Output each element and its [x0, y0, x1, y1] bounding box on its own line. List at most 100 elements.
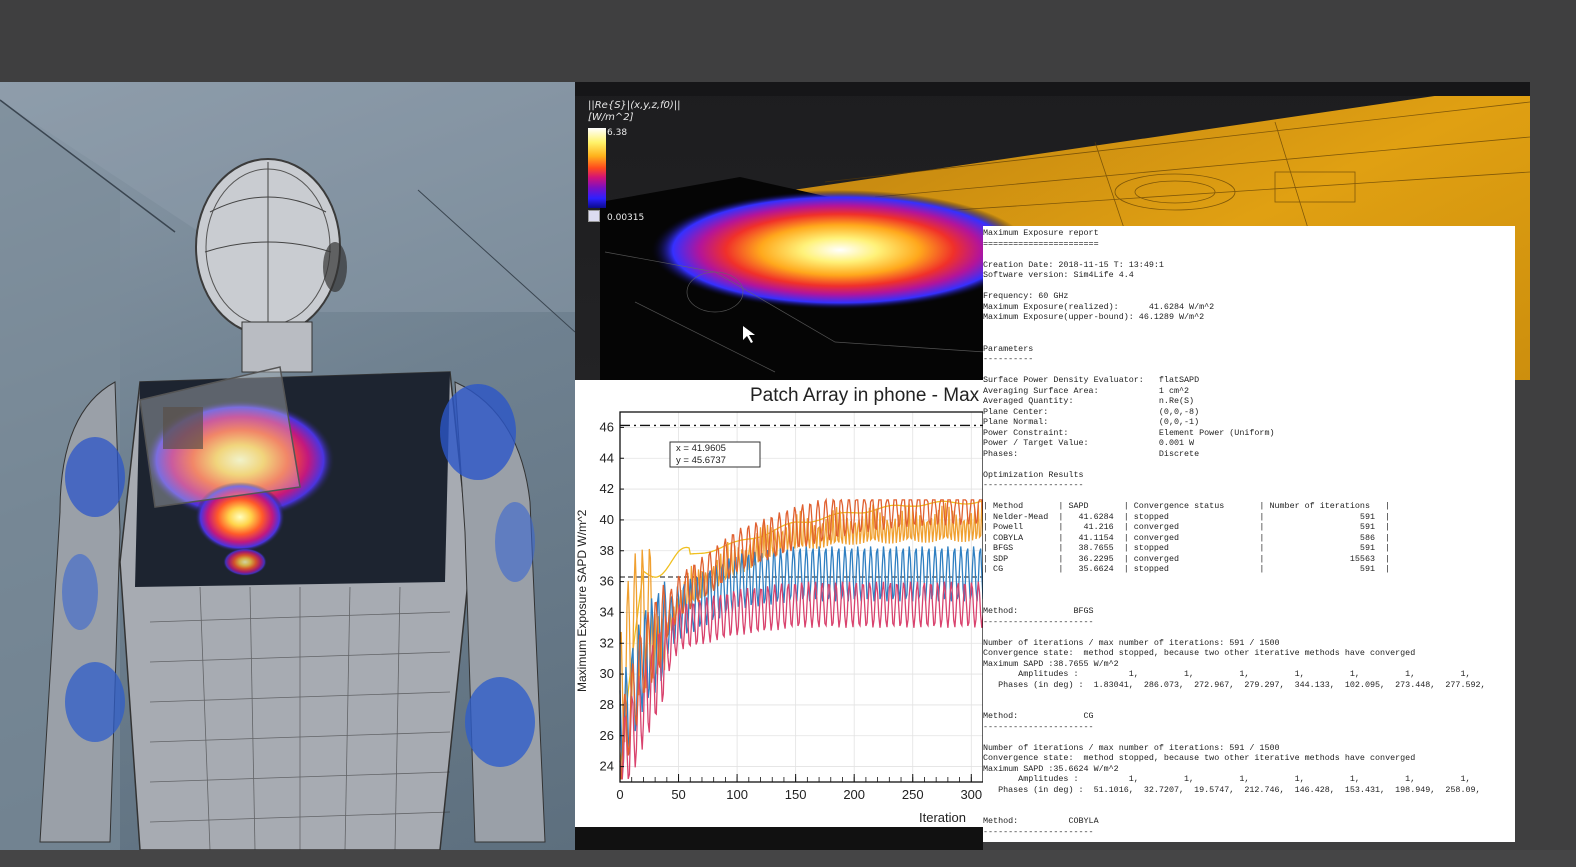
colorbar-legend: [588, 128, 606, 208]
report-line: | Nelder-Mead | 41.6284 | stopped | 591 …: [983, 511, 1391, 522]
report-line: Frequency: 60 GHz: [983, 291, 1069, 301]
report-text: Maximum Exposure report =================…: [983, 226, 1515, 837]
chart-title: Patch Array in phone - Max: [750, 385, 980, 406]
report-line: | Powell | 41.216 | converged | 591 |: [983, 522, 1391, 532]
y-tick-label: 44: [600, 450, 614, 465]
colorbar-title: ||Re{S}|(x,y,z,f0)|| [W/m^2]: [588, 100, 681, 124]
x-tick-label: 200: [843, 787, 865, 802]
report-line: | BFGS | 38.7655 | stopped | 591 |: [983, 543, 1391, 553]
convergence-chart: Patch Array in phone - Max Maximum Expos…: [575, 385, 983, 825]
report-line: Number of iterations / max number of ite…: [983, 637, 1280, 648]
report-line: [983, 249, 1515, 260]
colorbar-min-label: 0.00315: [607, 213, 645, 223]
report-line: [983, 596, 1515, 607]
x-tick-label: 300: [960, 787, 982, 802]
report-line: ----------------------: [983, 826, 1094, 837]
report-line: Software version: Sim4Life 4.4: [983, 270, 1134, 280]
y-tick-label: 36: [600, 574, 614, 589]
report-line: =======================: [983, 238, 1099, 249]
y-tick-label: 34: [600, 604, 614, 619]
status-strip: [575, 827, 983, 850]
report-line: [983, 701, 1515, 712]
y-tick-label: 28: [600, 697, 614, 712]
report-line: [983, 459, 1515, 470]
report-line: Averaged Quantity: n.Re(S): [983, 396, 1195, 406]
x-tick-label: 150: [785, 787, 807, 802]
tooltip-x-value: x = 41.9605: [676, 443, 726, 454]
phantom-render: [0, 82, 575, 850]
report-line: Method: BFGS: [983, 606, 1094, 616]
report-line: ----------: [983, 354, 1034, 364]
report-line: Averaging Surface Area: 1 cm^2: [983, 385, 1190, 396]
colorbar-quantity: ||Re{S}|(x,y,z,f0)||: [588, 100, 681, 111]
y-tick-label: 46: [600, 419, 614, 434]
report-line: Amplitudes : 1, 1, 1, 1, 1, 1, 1, 1,: [983, 669, 1515, 679]
report-line: Maximum SAPD :35.6624 W/m^2: [983, 763, 1119, 774]
report-line: [983, 365, 1515, 376]
chart-y-axis-label: Maximum Exposure SAPD W/m^2: [575, 509, 589, 692]
x-tick-label: 50: [671, 787, 685, 802]
colorbar-max-label: 6.38: [607, 128, 628, 138]
report-line: [983, 491, 1515, 502]
colorbar-settings-icon[interactable]: [588, 210, 600, 222]
report-line: Method: COBYLA: [983, 816, 1099, 826]
colorbar-unit: [W/m^2]: [588, 112, 634, 123]
view-toolbar-strip: [575, 82, 1530, 96]
bottom-bar: [0, 850, 1576, 867]
report-line: Optimization Results: [983, 469, 1084, 480]
chart-x-axis-label: Iteration: [919, 810, 966, 825]
report-line: [983, 806, 1515, 817]
human-phantom-3d-view[interactable]: [0, 82, 575, 850]
x-tick-label: 0: [616, 787, 623, 802]
report-line: Maximum Exposure report: [983, 228, 1099, 238]
max-exposure-report[interactable]: Maximum Exposure report =================…: [983, 226, 1515, 842]
report-line: Maximum Exposure(realized): 41.6284 W/m^…: [983, 301, 1215, 312]
report-line: Amplitudes : 1, 1, 1, 1, 1, 1, 1, 1,: [983, 774, 1515, 784]
report-line: | CG | 35.6624 | stopped | 591 |: [983, 564, 1391, 574]
report-line: | SDP | 36.2295 | converged | 15563 |: [983, 553, 1391, 564]
y-tick-label: 24: [600, 759, 614, 774]
report-line: Surface Power Density Evaluator: flatSAP…: [983, 375, 1200, 385]
report-line: ----------------------: [983, 721, 1094, 732]
report-line: [983, 732, 1515, 743]
report-line: Creation Date: 2018-11-15 T: 13:49:1: [983, 259, 1164, 270]
y-tick-label: 42: [600, 481, 614, 496]
report-line: Convergence state: method stopped, becau…: [983, 753, 1416, 763]
report-line: | COBYLA | 41.1154 | converged | 586 |: [983, 532, 1391, 543]
report-line: [983, 627, 1515, 638]
report-line: Method: CG: [983, 711, 1094, 721]
y-tick-label: 30: [600, 666, 614, 681]
report-line: Maximum SAPD :38.7655 W/m^2: [983, 658, 1119, 669]
report-line: --------------------: [983, 480, 1084, 490]
y-tick-label: 40: [600, 512, 614, 527]
report-line: [983, 795, 1515, 806]
report-line: [983, 575, 1515, 586]
report-line: Phases: Discrete: [983, 448, 1200, 459]
report-line: [983, 690, 1515, 701]
report-line: Parameters: [983, 343, 1034, 354]
y-tick-label: 32: [600, 635, 614, 650]
report-line: Plane Center: (0,0,-8): [983, 406, 1200, 417]
report-line: Plane Normal: (0,0,-1): [983, 417, 1200, 427]
report-line: Power / Target Value: 0.001 W: [983, 438, 1195, 448]
y-tick-label: 26: [600, 728, 614, 743]
report-line: Phases (in deg) : 51.1016, 32.7207, 19.5…: [983, 784, 1481, 795]
report-line: Maximum Exposure(upper-bound): 46.1289 W…: [983, 312, 1205, 322]
report-line: Number of iterations / max number of ite…: [983, 742, 1280, 753]
report-line: [983, 585, 1515, 596]
report-line: ----------------------: [983, 616, 1094, 627]
report-line: [983, 333, 1515, 344]
report-line: [983, 281, 1515, 292]
report-line: Phases (in deg) : 1.83041, 286.073, 272.…: [983, 679, 1486, 690]
x-tick-label: 100: [726, 787, 748, 802]
report-line: | Method | SAPD | Convergence status | N…: [983, 501, 1391, 511]
report-line: [983, 323, 1515, 334]
y-tick-label: 38: [600, 543, 614, 558]
report-line: Power Constraint: Element Power (Uniform…: [983, 427, 1275, 438]
report-line: Convergence state: method stopped, becau…: [983, 648, 1416, 658]
series-line: [619, 546, 983, 774]
convergence-chart-panel: Patch Array in phone - Max Maximum Expos…: [575, 380, 983, 827]
x-tick-label: 250: [902, 787, 924, 802]
tooltip-y-value: y = 45.6737: [676, 455, 726, 466]
right-margin: [1530, 82, 1576, 850]
